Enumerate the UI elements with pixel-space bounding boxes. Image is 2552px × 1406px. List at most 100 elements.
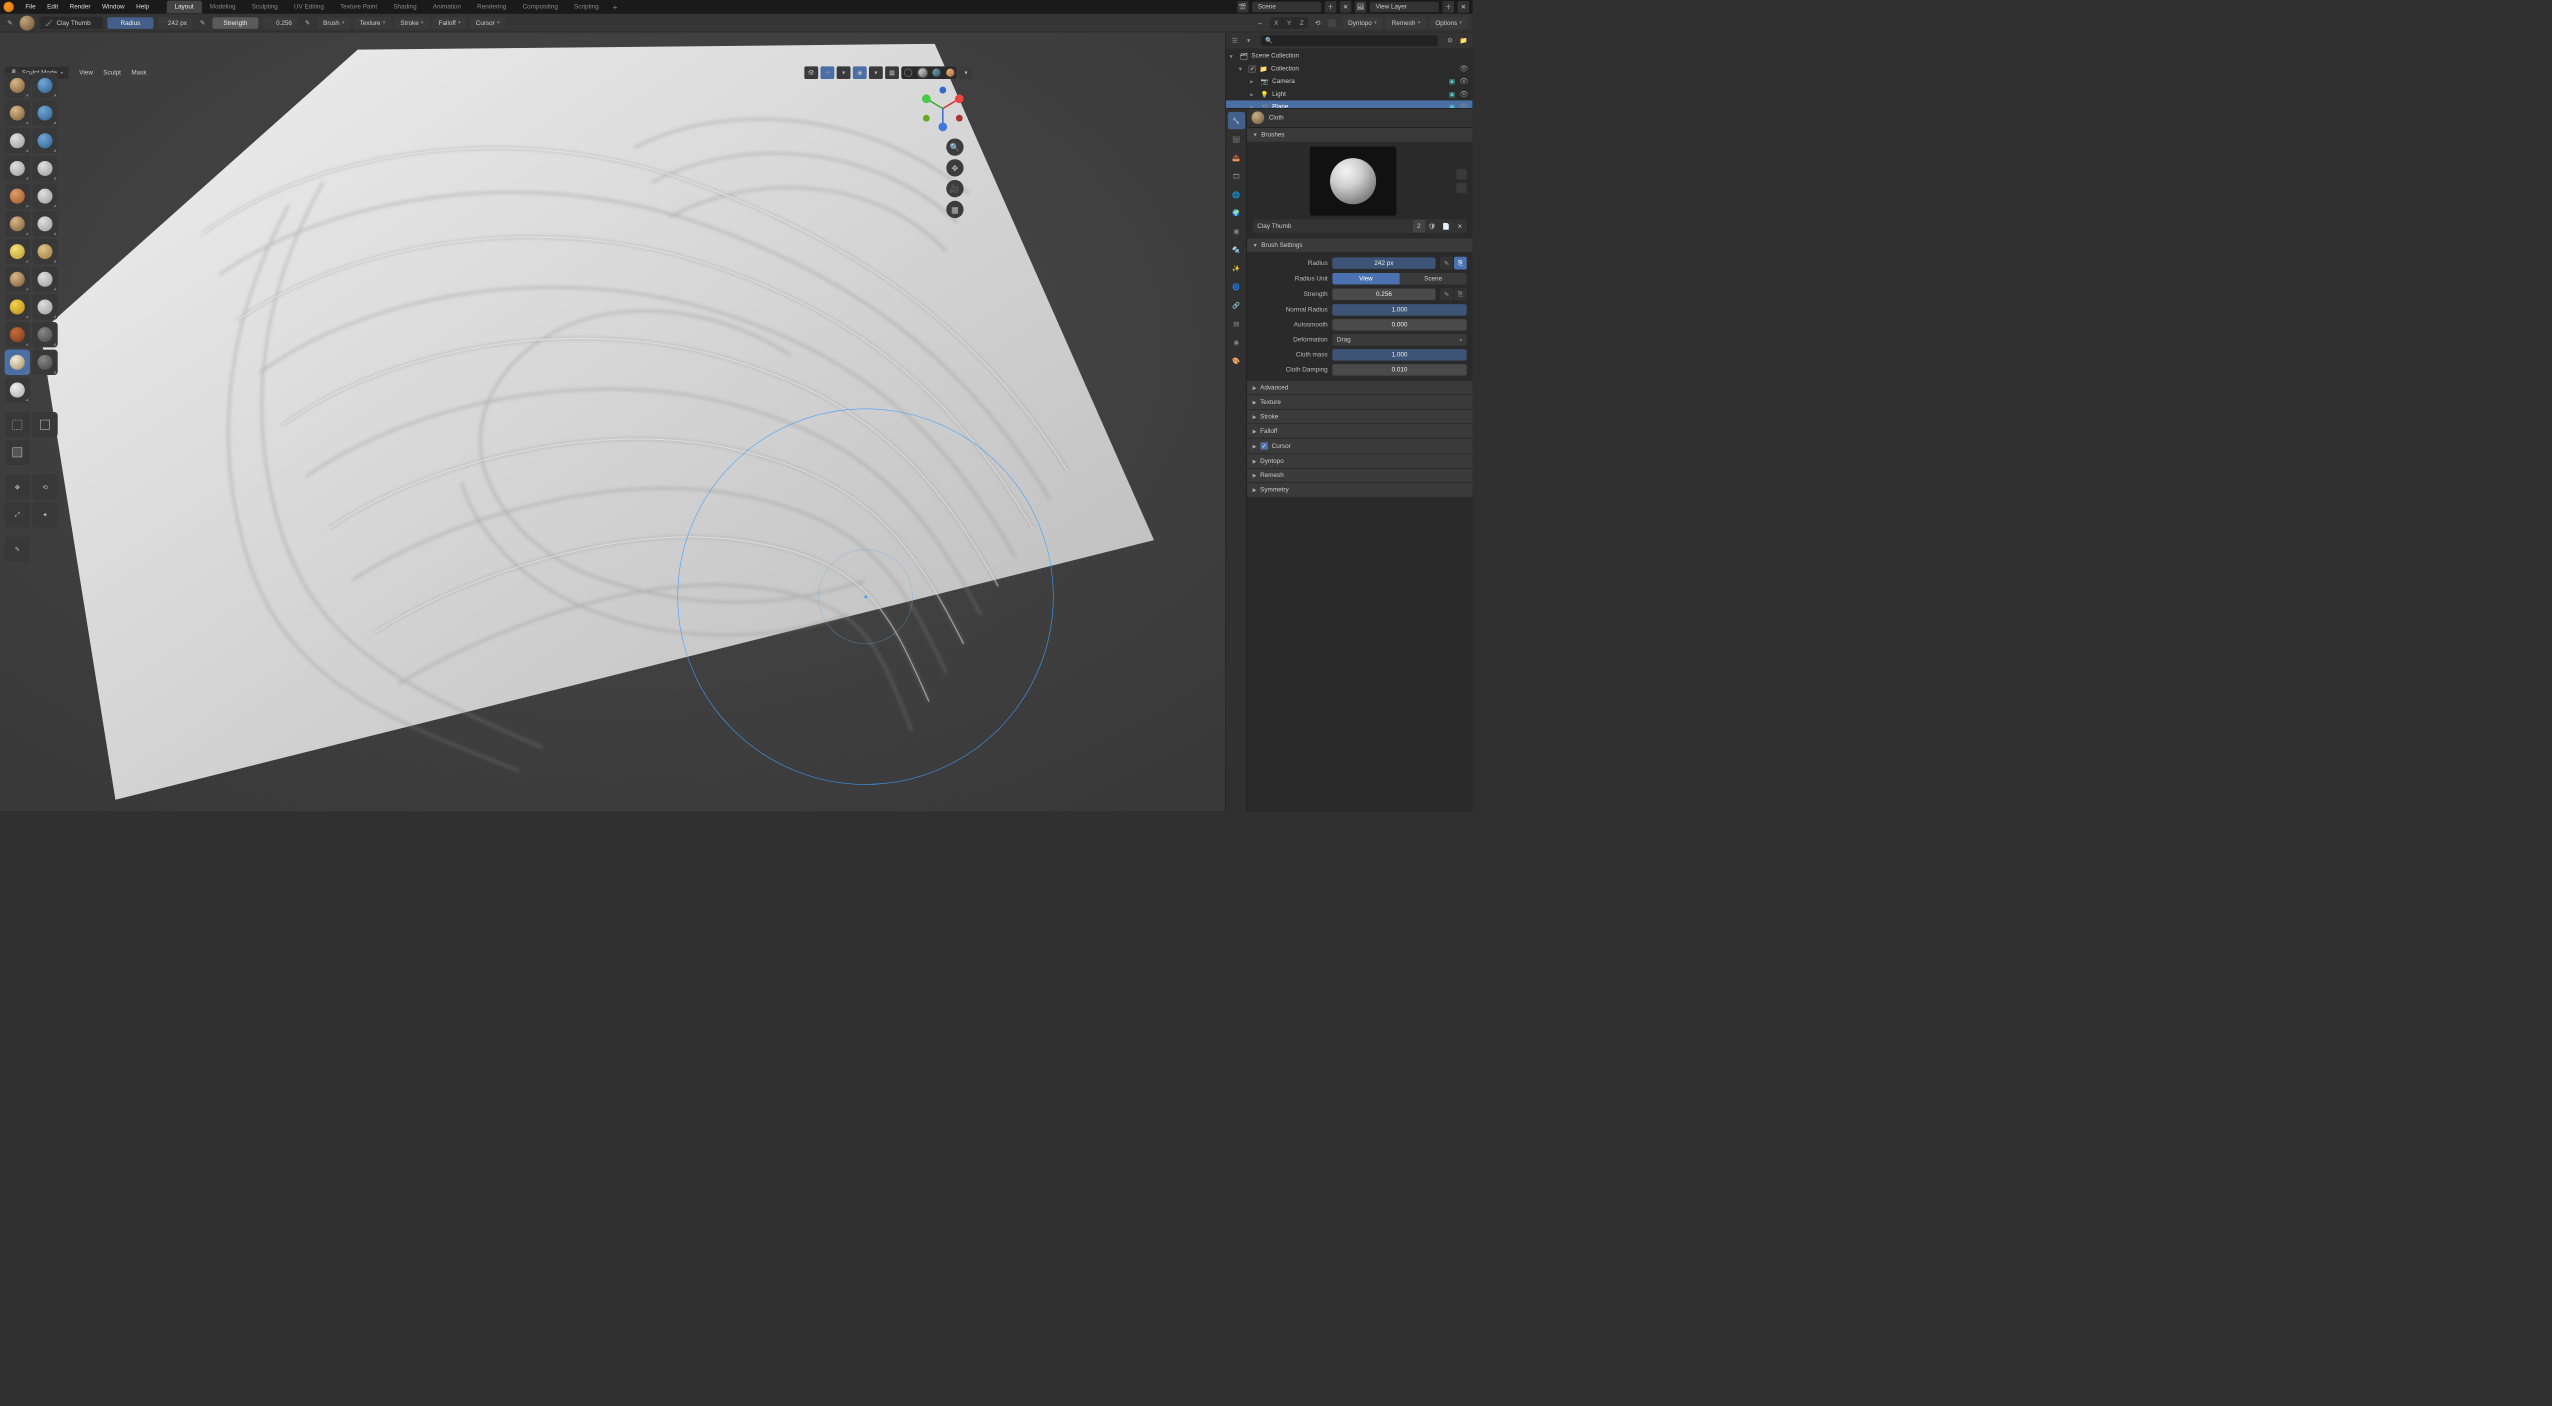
strength-pressure-icon[interactable]: ✎ (302, 18, 312, 28)
viewlayer-name-field[interactable]: View Layer (1370, 2, 1439, 12)
outliner-item-light[interactable]: ▸ 💡 Light ▣ 👁 (1226, 88, 1472, 101)
collection-enable-checkbox[interactable] (1249, 65, 1257, 73)
panel-falloff-header[interactable]: ▶Falloff (1247, 424, 1473, 438)
outliner-collection[interactable]: ▾ 📁 Collection 👁 (1226, 62, 1472, 75)
dyntopo-checkbox[interactable] (1327, 19, 1335, 27)
properties-tab-output[interactable]: 📤 (1228, 149, 1245, 166)
overlays-dropdown-icon[interactable]: ▾ (869, 66, 883, 79)
tool-fill[interactable] (32, 211, 57, 236)
tool-box-hide[interactable] (32, 412, 57, 437)
cloth-damping-value-field[interactable]: 0.010 (1332, 364, 1466, 376)
workspace-tab-modeling[interactable]: Modeling (202, 1, 244, 14)
visibility-eye-icon[interactable]: 👁 (1460, 89, 1470, 98)
brush-new-icon[interactable]: 📄 (1439, 219, 1453, 233)
symmetry-extra-icon[interactable]: ⟲ (1312, 18, 1322, 28)
brush-users-count[interactable]: 2 (1412, 220, 1425, 233)
outliner-view-dropdown[interactable]: ▾ (1243, 35, 1253, 45)
tool-annotate[interactable]: ✎ (5, 537, 30, 562)
tool-pose[interactable] (32, 322, 57, 347)
gizmo-toggle-icon[interactable]: ⊹ (820, 66, 834, 79)
tool-scale[interactable]: ⤢ (5, 502, 30, 527)
overlays-toggle-icon[interactable]: ◉ (853, 66, 867, 79)
tool-dropdown-stroke[interactable]: Stroke (395, 17, 430, 29)
strength-unified-toggle-icon[interactable]: ⎘ (1454, 288, 1467, 301)
panel-stroke-header[interactable]: ▶Stroke (1247, 409, 1473, 423)
workspace-tab-texture-paint[interactable]: Texture Paint (332, 1, 385, 14)
normal-radius-value-field[interactable]: 1.000 (1332, 304, 1466, 316)
viewport[interactable]: 🗿 Sculpt Mode ViewSculptMask 👁 ⊹ ▾ ◉ ▾ ▦… (0, 32, 1226, 811)
properties-tab-data[interactable]: ▤ (1228, 315, 1245, 332)
disclosure-triangle-icon[interactable]: ▾ (1239, 65, 1246, 73)
panel-advanced-header[interactable]: ▶Advanced (1247, 380, 1473, 394)
outliner-display-mode-icon[interactable]: ☰ (1230, 35, 1240, 45)
editor-menu-view[interactable]: View (75, 68, 98, 78)
deformation-dropdown[interactable]: Drag (1332, 334, 1466, 346)
tool-move[interactable]: ✥ (5, 474, 30, 499)
properties-tab-wrench[interactable]: 🔧 (1228, 112, 1245, 129)
tool-thumb[interactable] (5, 322, 30, 347)
tool-dropdown-options[interactable]: Options (1430, 17, 1468, 29)
tool-dropdown-brush[interactable]: Brush (317, 17, 350, 29)
workspace-tab-scripting[interactable]: Scripting (566, 1, 607, 14)
panel-symmetry-header[interactable]: ▶Symmetry (1247, 482, 1473, 496)
cloth-mass-value-field[interactable]: 1.000 (1332, 349, 1466, 361)
panel-brushes-header[interactable]: ▼ Brushes (1247, 128, 1473, 142)
xray-toggle-icon[interactable]: ▦ (885, 66, 899, 79)
radius-value-field[interactable]: 242 px (1332, 257, 1435, 269)
tool-rotate[interactable]: ⟲ (32, 474, 57, 499)
editor-menu-mask[interactable]: Mask (127, 68, 151, 78)
viewport-select-visibility-icon[interactable]: 👁 (804, 66, 818, 79)
tool-grab[interactable] (32, 267, 57, 292)
scene-browse-icon[interactable]: 🎬 (1237, 1, 1249, 13)
tool-dropdown-remesh[interactable]: Remesh (1386, 17, 1426, 29)
viewlayer-browse-icon[interactable]: 🖼 (1355, 1, 1367, 13)
radius-value[interactable]: 242 px (158, 17, 193, 29)
properties-tab-view[interactable]: 🎞 (1228, 167, 1245, 184)
viewlayer-new-icon[interactable]: ＋ (1443, 1, 1455, 13)
brush-preview-thumbnail[interactable] (1310, 147, 1397, 216)
tool-multiplane[interactable] (32, 239, 57, 264)
outliner-item-camera[interactable]: ▸ 📷 Camera ▣ 👁 (1226, 75, 1472, 88)
tool-layer[interactable] (32, 128, 57, 153)
outliner-root[interactable]: ▾ 🗂 Scene Collection (1226, 50, 1472, 63)
scene-new-icon[interactable]: ＋ (1325, 1, 1337, 13)
menu-render[interactable]: Render (64, 1, 96, 13)
tool-scrape[interactable] (5, 239, 30, 264)
scene-delete-icon[interactable]: ✕ (1340, 1, 1352, 13)
navigation-gizmo[interactable] (919, 84, 967, 132)
visibility-eye-icon[interactable]: 👁 (1460, 77, 1470, 86)
disclosure-triangle-icon[interactable]: ▾ (1230, 52, 1237, 60)
workspace-tab-rendering[interactable]: Rendering (469, 1, 514, 14)
tool-draw[interactable] (5, 73, 30, 98)
pan-icon[interactable]: ✥ (946, 159, 963, 176)
shading-wire-icon[interactable] (901, 66, 915, 79)
tool-transform[interactable]: ✦ (32, 502, 57, 527)
tool-dropdown-texture[interactable]: Texture (354, 17, 391, 29)
workspace-tab-compositing[interactable]: Compositing (515, 1, 566, 14)
visibility-eye-icon[interactable]: 👁 (1460, 102, 1470, 108)
menu-help[interactable]: Help (130, 1, 155, 13)
properties-tab-texture[interactable]: 🎨 (1228, 352, 1245, 369)
camera-view-icon[interactable]: 🎥 (946, 180, 963, 197)
mirror-axis-y[interactable]: Y (1282, 17, 1295, 29)
brush-thumbnail-icon[interactable] (20, 15, 35, 30)
shading-options-dropdown[interactable]: ▾ (959, 66, 973, 79)
radius-unit-view[interactable]: View (1332, 273, 1399, 285)
tool-box-mask[interactable] (5, 412, 30, 437)
properties-tab-scene[interactable]: 🌐 (1228, 186, 1245, 203)
properties-tab-modifier[interactable]: 🔩 (1228, 241, 1245, 258)
strength-value[interactable]: 0.256 (263, 17, 298, 29)
radius-pressure-icon[interactable]: ✎ (197, 18, 207, 28)
shading-matprev-icon[interactable] (929, 66, 943, 79)
brush-name-field[interactable]: 🖌 Clay Thumb (39, 17, 102, 29)
tool-inflate[interactable] (5, 156, 30, 181)
strength-pressure-toggle-icon[interactable]: ✎ (1440, 288, 1453, 301)
properties-tab-physics[interactable]: 🌀 (1228, 278, 1245, 295)
outliner-filter-icon[interactable]: ⚙ (1445, 35, 1455, 45)
tool-dropdown-falloff[interactable]: Falloff (433, 17, 467, 29)
tool-clay-thumb[interactable] (5, 128, 30, 153)
editor-menu-sculpt[interactable]: Sculpt (99, 68, 126, 78)
radius-pressure-toggle-icon[interactable]: ✎ (1440, 257, 1453, 270)
tool-blob[interactable] (32, 156, 57, 181)
workspace-add-button[interactable]: + (607, 2, 623, 11)
